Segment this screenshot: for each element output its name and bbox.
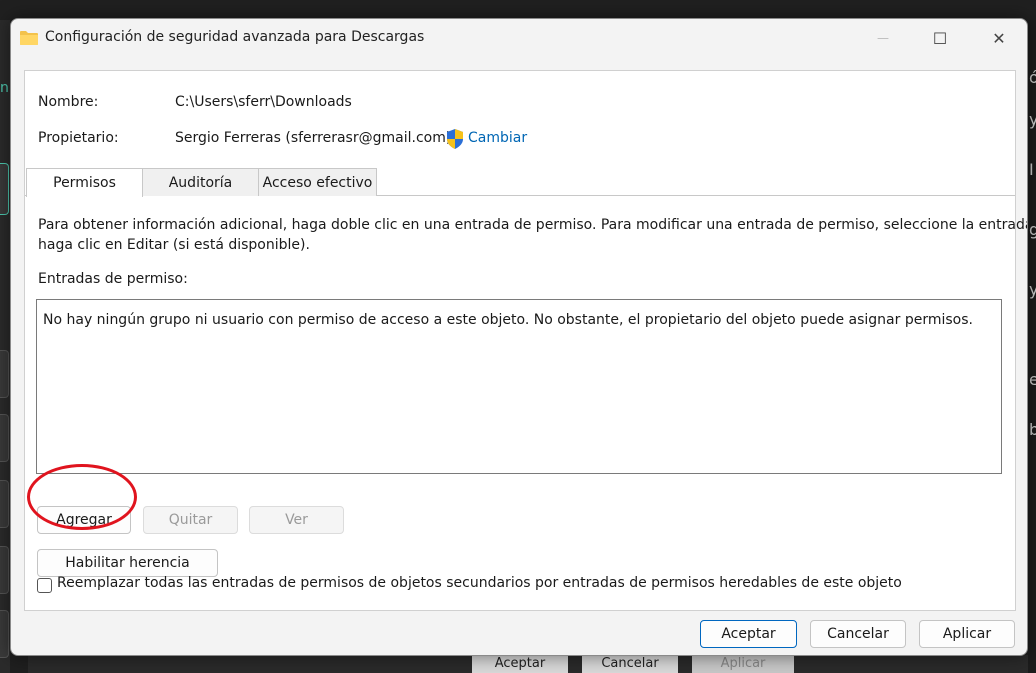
title-bar[interactable]: Configuración de seguridad avanzada para… [11, 19, 1027, 57]
background-button-stub [0, 610, 9, 658]
uac-shield-icon [447, 129, 463, 149]
maximize-button[interactable]: ☐ [920, 23, 960, 53]
background-dialog-buttons: Aceptar Cancelar Aplicar [28, 655, 1028, 673]
background-apply-button: Aplicar [692, 655, 794, 673]
name-label: Nombre: [38, 94, 99, 110]
owner-label: Propietario: [38, 130, 119, 146]
close-button[interactable]: ✕ [979, 23, 1019, 53]
background-button-stub [0, 163, 9, 215]
enable-inheritance-button[interactable]: Habilitar herencia [37, 549, 218, 577]
help-text-line2: haga clic en Editar (si está disponible)… [38, 237, 310, 253]
tab-permisos[interactable]: Permisos [26, 168, 143, 197]
help-text-line1: Para obtener información adicional, haga… [38, 217, 1028, 233]
apply-button[interactable]: Aplicar [919, 620, 1015, 648]
maximize-icon: ☐ [932, 28, 948, 48]
background-window-right: ó y I g y e b [1028, 20, 1036, 673]
background-cancel-button: Cancelar [582, 655, 678, 673]
advanced-security-dialog: Configuración de seguridad avanzada para… [10, 18, 1028, 656]
replace-child-permissions-checkbox[interactable] [37, 578, 52, 593]
background-ok-button: Aceptar [472, 655, 568, 673]
dialog-content: Nombre: C:\Users\sferr\Downloads Propiet… [24, 70, 1027, 611]
background-button-stub [0, 480, 9, 528]
window-title: Configuración de seguridad avanzada para… [45, 29, 425, 45]
folder-icon [20, 31, 38, 45]
remove-button[interactable]: Quitar [143, 506, 238, 534]
view-button[interactable]: Ver [249, 506, 344, 534]
empty-list-message: No hay ningún grupo ni usuario con permi… [43, 312, 973, 328]
ok-button[interactable]: Aceptar [700, 620, 797, 648]
permission-entries-list[interactable]: No hay ningún grupo ni usuario con permi… [36, 299, 1002, 474]
owner-value: Sergio Ferreras (sferrerasr@gmail.com) [175, 130, 452, 146]
background-button-stub [0, 414, 9, 462]
minimize-icon: — [877, 31, 889, 45]
close-icon: ✕ [992, 28, 1006, 48]
tab-acceso-efectivo[interactable]: Acceso efectivo [258, 168, 377, 196]
background-button-stub [0, 350, 9, 398]
background-taskbar-strip [0, 0, 1036, 20]
replace-child-permissions-label[interactable]: Reemplazar todas las entradas de permiso… [57, 575, 902, 591]
name-value: C:\Users\sferr\Downloads [175, 94, 352, 110]
background-button-stub [0, 546, 9, 594]
tab-auditoria[interactable]: Auditoría [142, 168, 259, 196]
change-owner-link[interactable]: Cambiar [468, 130, 527, 146]
background-window-left: ni [0, 20, 13, 673]
minimize-button[interactable]: — [863, 23, 903, 53]
entries-label: Entradas de permiso: [38, 271, 188, 287]
add-button[interactable]: Agregar [37, 506, 131, 534]
cancel-button[interactable]: Cancelar [810, 620, 906, 648]
